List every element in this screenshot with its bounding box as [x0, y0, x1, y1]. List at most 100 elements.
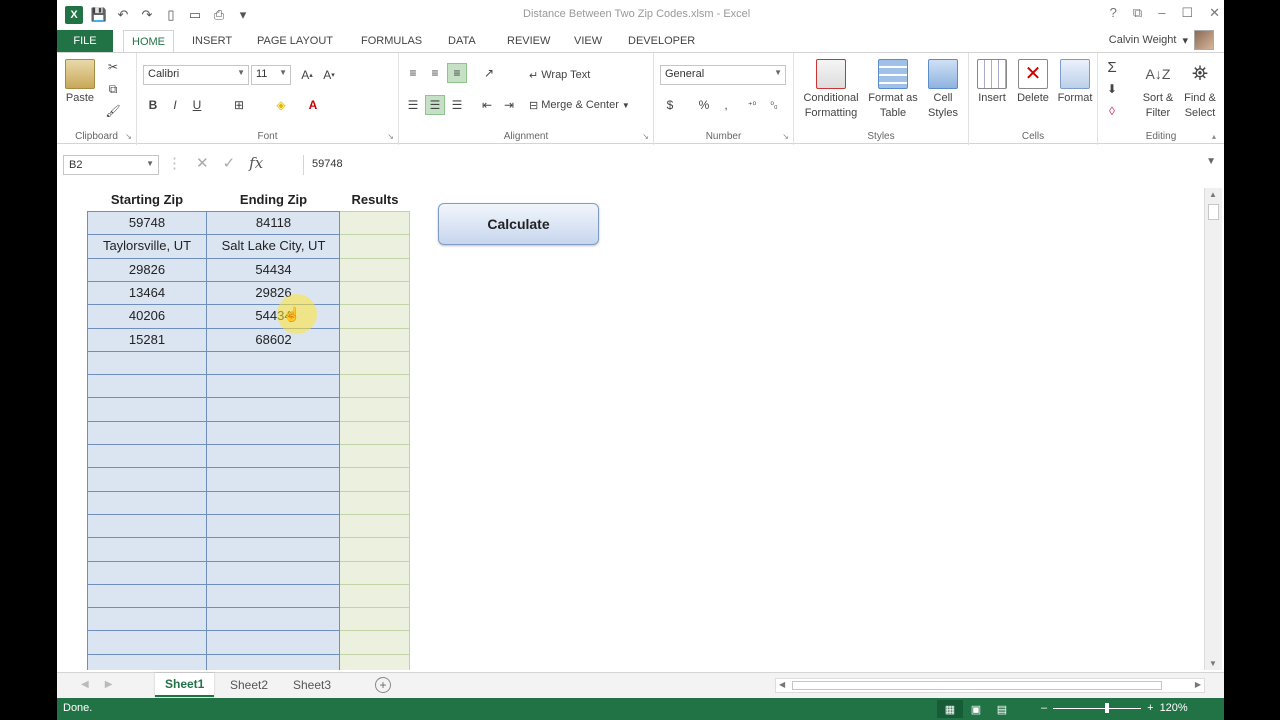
- scroll-right-icon[interactable]: ▶: [1195, 680, 1201, 689]
- tab-page-layout[interactable]: PAGE LAYOUT: [249, 30, 341, 52]
- undo-icon[interactable]: ↶: [115, 7, 131, 23]
- vertical-scrollbar[interactable]: ▲ ▼: [1204, 188, 1222, 670]
- zoom-slider-knob[interactable]: [1105, 702, 1110, 713]
- font-launcher-icon[interactable]: ↘: [387, 132, 394, 141]
- grow-font-icon[interactable]: A ▴: [297, 65, 317, 85]
- alignment-launcher-icon[interactable]: ↘: [642, 132, 649, 141]
- middle-align-icon[interactable]: ≡: [425, 63, 445, 83]
- hscroll-thumb[interactable]: [792, 681, 1162, 690]
- cell-b6[interactable]: 54434: [207, 304, 340, 327]
- align-center-icon[interactable]: ☰: [425, 95, 445, 115]
- calculate-button[interactable]: Calculate: [438, 203, 599, 245]
- open-folder-icon[interactable]: ▭: [187, 7, 203, 23]
- tab-insert[interactable]: INSERT: [184, 30, 240, 52]
- bottom-align-icon[interactable]: ≡: [447, 63, 467, 83]
- decrease-decimal-icon[interactable]: ⁰₀: [764, 95, 784, 115]
- save-icon[interactable]: 💾: [91, 7, 107, 23]
- fill-icon[interactable]: ⬇: [1102, 79, 1122, 99]
- add-sheet-icon[interactable]: +: [375, 677, 391, 693]
- font-color-icon[interactable]: A: [303, 95, 323, 115]
- cut-icon[interactable]: ✂: [103, 57, 123, 77]
- tab-review[interactable]: REVIEW: [499, 30, 558, 52]
- expand-formula-bar-icon[interactable]: ▼: [1206, 156, 1216, 167]
- format-cells-button[interactable]: Format: [1055, 59, 1095, 106]
- align-right-icon[interactable]: ☰: [447, 95, 467, 115]
- new-file-icon[interactable]: ▯: [163, 7, 179, 23]
- prev-sheet-icon[interactable]: ◀: [81, 679, 89, 690]
- copy-icon[interactable]: ⧉: [103, 79, 123, 99]
- minimize-icon[interactable]: –: [1158, 5, 1165, 21]
- scroll-thumb[interactable]: [1208, 204, 1219, 220]
- currency-button[interactable]: $: [660, 95, 680, 115]
- zoom-out-icon[interactable]: –: [1041, 702, 1047, 714]
- cell-b7[interactable]: 68602: [207, 328, 340, 351]
- zoom-level[interactable]: 120%: [1160, 702, 1188, 714]
- clipboard-launcher-icon[interactable]: ↘: [125, 132, 132, 141]
- redo-icon[interactable]: ↷: [139, 7, 155, 23]
- worksheet-grid[interactable]: Starting Zip Ending Zip Results 59748 84…: [57, 188, 1200, 670]
- scroll-up-icon[interactable]: ▲: [1209, 190, 1217, 199]
- name-box[interactable]: B2 ▼: [63, 155, 159, 175]
- conditional-formatting-button[interactable]: Conditional Formatting: [798, 59, 864, 121]
- cell-a4[interactable]: 29826: [87, 258, 207, 281]
- next-sheet-icon[interactable]: ▶: [105, 679, 113, 690]
- italic-button[interactable]: I: [165, 95, 185, 115]
- format-as-table-button[interactable]: Format as Table: [866, 59, 920, 121]
- clear-icon[interactable]: ◊: [1102, 101, 1122, 121]
- cell-b5[interactable]: 29826: [207, 281, 340, 304]
- tab-developer[interactable]: DEVELOPER: [620, 30, 703, 52]
- close-icon[interactable]: ✕: [1209, 5, 1220, 21]
- customize-qat-icon[interactable]: ▾: [235, 7, 251, 23]
- delete-cells-button[interactable]: ✕ Delete: [1013, 59, 1053, 106]
- tab-formulas[interactable]: FORMULAS: [353, 30, 430, 52]
- align-left-icon[interactable]: ☰: [403, 95, 423, 115]
- zoom-slider[interactable]: [1053, 702, 1142, 713]
- cell-a6[interactable]: 40206: [87, 304, 207, 327]
- sort-filter-button[interactable]: A↓Z Sort & Filter: [1138, 59, 1178, 121]
- scroll-left-icon[interactable]: ◀: [779, 680, 785, 689]
- find-select-button[interactable]: ⛯ Find & Select: [1180, 59, 1220, 121]
- tab-home[interactable]: HOME: [123, 30, 174, 53]
- insert-cells-button[interactable]: Insert: [973, 59, 1011, 106]
- maximize-icon[interactable]: ☐: [1181, 5, 1193, 21]
- cell-b4[interactable]: 54434: [207, 258, 340, 281]
- enter-icon[interactable]: ✓: [223, 154, 236, 172]
- cell-a2[interactable]: 59748: [87, 211, 207, 234]
- tab-view[interactable]: VIEW: [566, 30, 610, 52]
- tab-file[interactable]: FILE: [57, 30, 113, 52]
- format-painter-icon[interactable]: 🖌: [103, 101, 123, 121]
- cell-b3[interactable]: Salt Lake City, UT: [207, 234, 340, 257]
- bold-button[interactable]: B: [143, 95, 163, 115]
- borders-icon[interactable]: ⊞: [229, 95, 249, 115]
- formula-input[interactable]: 59748: [303, 155, 1205, 175]
- ribbon-display-icon[interactable]: ⧉: [1133, 5, 1142, 21]
- horizontal-scrollbar[interactable]: ◀ ▶: [775, 678, 1205, 693]
- increase-decimal-icon[interactable]: ⁺⁰: [742, 95, 762, 115]
- increase-indent-icon[interactable]: ⇥: [499, 95, 519, 115]
- orientation-icon[interactable]: ↗: [479, 63, 499, 83]
- collapse-ribbon-icon[interactable]: ▴: [1212, 132, 1216, 141]
- autosum-button[interactable]: Σ: [1102, 57, 1122, 77]
- print-icon[interactable]: ⎙: [211, 7, 227, 23]
- cell-b2[interactable]: 84118: [207, 211, 340, 234]
- page-layout-view-icon[interactable]: ▣: [963, 700, 989, 718]
- sheet-tab-sheet2[interactable]: Sheet2: [220, 673, 278, 697]
- sheet-tab-sheet3[interactable]: Sheet3: [283, 673, 341, 697]
- comma-button[interactable]: ,: [716, 95, 736, 115]
- shrink-font-icon[interactable]: A ▾: [319, 65, 339, 85]
- cell-a5[interactable]: 13464: [87, 281, 207, 304]
- merge-center-button[interactable]: ⊟ Merge & Center ▼: [529, 95, 630, 115]
- font-size-select[interactable]: 11 ▼: [251, 65, 291, 85]
- zoom-in-icon[interactable]: +: [1147, 702, 1153, 714]
- wrap-text-button[interactable]: ↵ Wrap Text: [529, 65, 590, 85]
- number-format-select[interactable]: General ▼: [660, 65, 786, 85]
- font-name-select[interactable]: Calibri ▼: [143, 65, 249, 85]
- cell-a3[interactable]: Taylorsville, UT: [87, 234, 207, 257]
- scroll-down-icon[interactable]: ▼: [1209, 659, 1217, 668]
- page-break-view-icon[interactable]: ▤: [989, 700, 1015, 718]
- percent-button[interactable]: %: [694, 95, 714, 115]
- underline-button[interactable]: U: [187, 95, 207, 115]
- tab-data[interactable]: DATA: [440, 30, 484, 52]
- sheet-tab-sheet1[interactable]: Sheet1: [155, 673, 215, 697]
- help-icon[interactable]: ?: [1110, 5, 1117, 21]
